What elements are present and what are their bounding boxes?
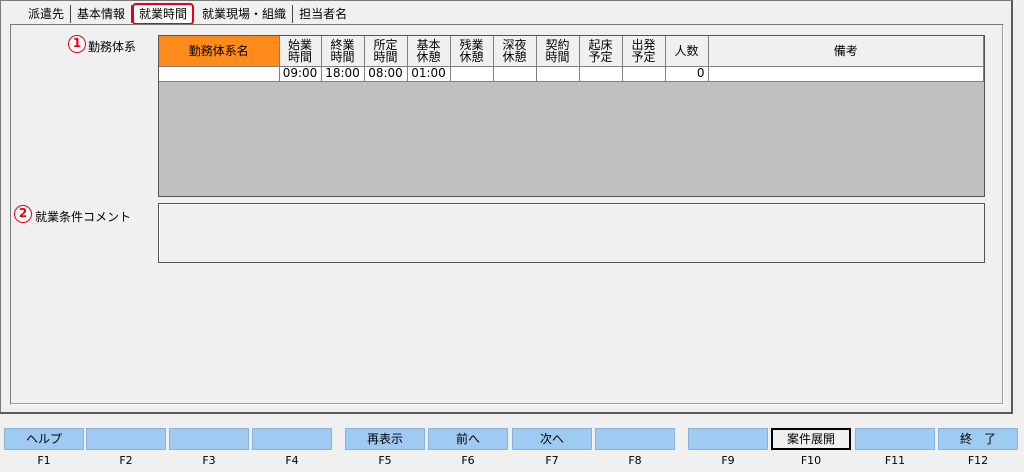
col-headcount[interactable]: 人数: [665, 36, 709, 67]
f4-label: F4: [285, 454, 299, 467]
col-end-time[interactable]: 終業 時間: [321, 36, 365, 67]
f4-button[interactable]: [252, 428, 332, 450]
tab-person-in-charge[interactable]: 担当者名: [293, 5, 353, 23]
cell-work-system-name[interactable]: [159, 66, 280, 82]
col-overtime-break[interactable]: 残業 休憩: [450, 36, 494, 67]
f9-label: F9: [721, 454, 735, 467]
callout-badge-2: 2: [14, 205, 32, 223]
cell-basic-break[interactable]: 01:00: [407, 66, 451, 82]
exit-button[interactable]: 終 了: [938, 428, 1018, 450]
cell-end-time[interactable]: 18:00: [321, 66, 365, 82]
work-system-table: 勤務体系名 始業 時間 終業 時間 所定 時間 基本 休憩 残業 休憩 深夜 休憩 契約 時間…: [159, 36, 984, 82]
f5-label: F5: [378, 454, 392, 467]
f3-button[interactable]: [169, 428, 249, 450]
f2-label: F2: [119, 454, 133, 467]
f11-label: F11: [884, 454, 906, 467]
cell-scheduled-hours[interactable]: 08:00: [364, 66, 408, 82]
help-button[interactable]: ヘルプ: [4, 428, 84, 450]
callout-badge-1: 1: [68, 35, 86, 53]
function-key-bar: ヘルプ F1 F2 F3 F4 再表示 F5 前へ F6 次へ F7 F8 F9…: [0, 428, 1024, 472]
cell-departure-schedule[interactable]: [622, 66, 666, 82]
tab-basic-info[interactable]: 基本情報: [71, 4, 133, 23]
comment-label: 就業条件コメント: [35, 210, 132, 224]
comment-textarea[interactable]: [158, 203, 985, 263]
col-work-system-name[interactable]: 勤務体系名: [159, 36, 280, 67]
col-departure-schedule[interactable]: 出発 予定: [622, 36, 666, 67]
cell-start-time[interactable]: 09:00: [279, 66, 322, 82]
cell-night-break[interactable]: [493, 66, 537, 82]
cell-headcount[interactable]: 0: [665, 66, 709, 82]
cell-overtime-break[interactable]: [450, 66, 494, 82]
f10-label: F10: [800, 454, 822, 467]
f8-label: F8: [628, 454, 642, 467]
case-expand-button[interactable]: 案件展開: [771, 428, 851, 450]
f1-label: F1: [37, 454, 51, 467]
next-button[interactable]: 次へ: [512, 428, 592, 450]
f9-button[interactable]: [688, 428, 768, 450]
f2-button[interactable]: [86, 428, 166, 450]
tab-dispatch-destination[interactable]: 派遣先: [22, 4, 72, 23]
col-start-time[interactable]: 始業 時間: [279, 36, 322, 67]
col-remarks[interactable]: 備考: [708, 36, 984, 67]
f6-label: F6: [461, 454, 475, 467]
f12-label: F12: [967, 454, 989, 467]
previous-button[interactable]: 前へ: [428, 428, 508, 450]
refresh-button[interactable]: 再表示: [345, 428, 425, 450]
tab-working-hours[interactable]: 就業時間: [132, 2, 195, 25]
col-contract-hours[interactable]: 契約 時間: [536, 36, 580, 67]
cell-remarks[interactable]: [708, 66, 984, 82]
grid-header-row: 勤務体系名 始業 時間 終業 時間 所定 時間 基本 休憩 残業 休憩 深夜 休憩 契約 時間…: [159, 36, 984, 67]
work-system-grid[interactable]: 勤務体系名 始業 時間 終業 時間 所定 時間 基本 休憩 残業 休憩 深夜 休憩 契約 時間…: [158, 35, 985, 197]
table-row[interactable]: 09:00 18:00 08:00 01:00 0: [159, 66, 984, 82]
f3-label: F3: [202, 454, 216, 467]
col-basic-break[interactable]: 基本 休憩: [407, 36, 451, 67]
f7-label: F7: [545, 454, 559, 467]
tab-work-site-organization[interactable]: 就業現場・組織: [196, 4, 294, 23]
cell-wakeup-schedule[interactable]: [579, 66, 623, 82]
tab-bar: 派遣先 基本情報 就業時間 就業現場・組織 担当者名: [22, 2, 353, 25]
work-system-label: 勤務体系: [88, 40, 137, 54]
f11-button[interactable]: [855, 428, 935, 450]
cell-contract-hours[interactable]: [536, 66, 580, 82]
col-night-break[interactable]: 深夜 休憩: [493, 36, 537, 67]
col-wakeup-schedule[interactable]: 起床 予定: [579, 36, 623, 67]
col-scheduled-hours[interactable]: 所定 時間: [364, 36, 408, 67]
f8-button[interactable]: [595, 428, 675, 450]
